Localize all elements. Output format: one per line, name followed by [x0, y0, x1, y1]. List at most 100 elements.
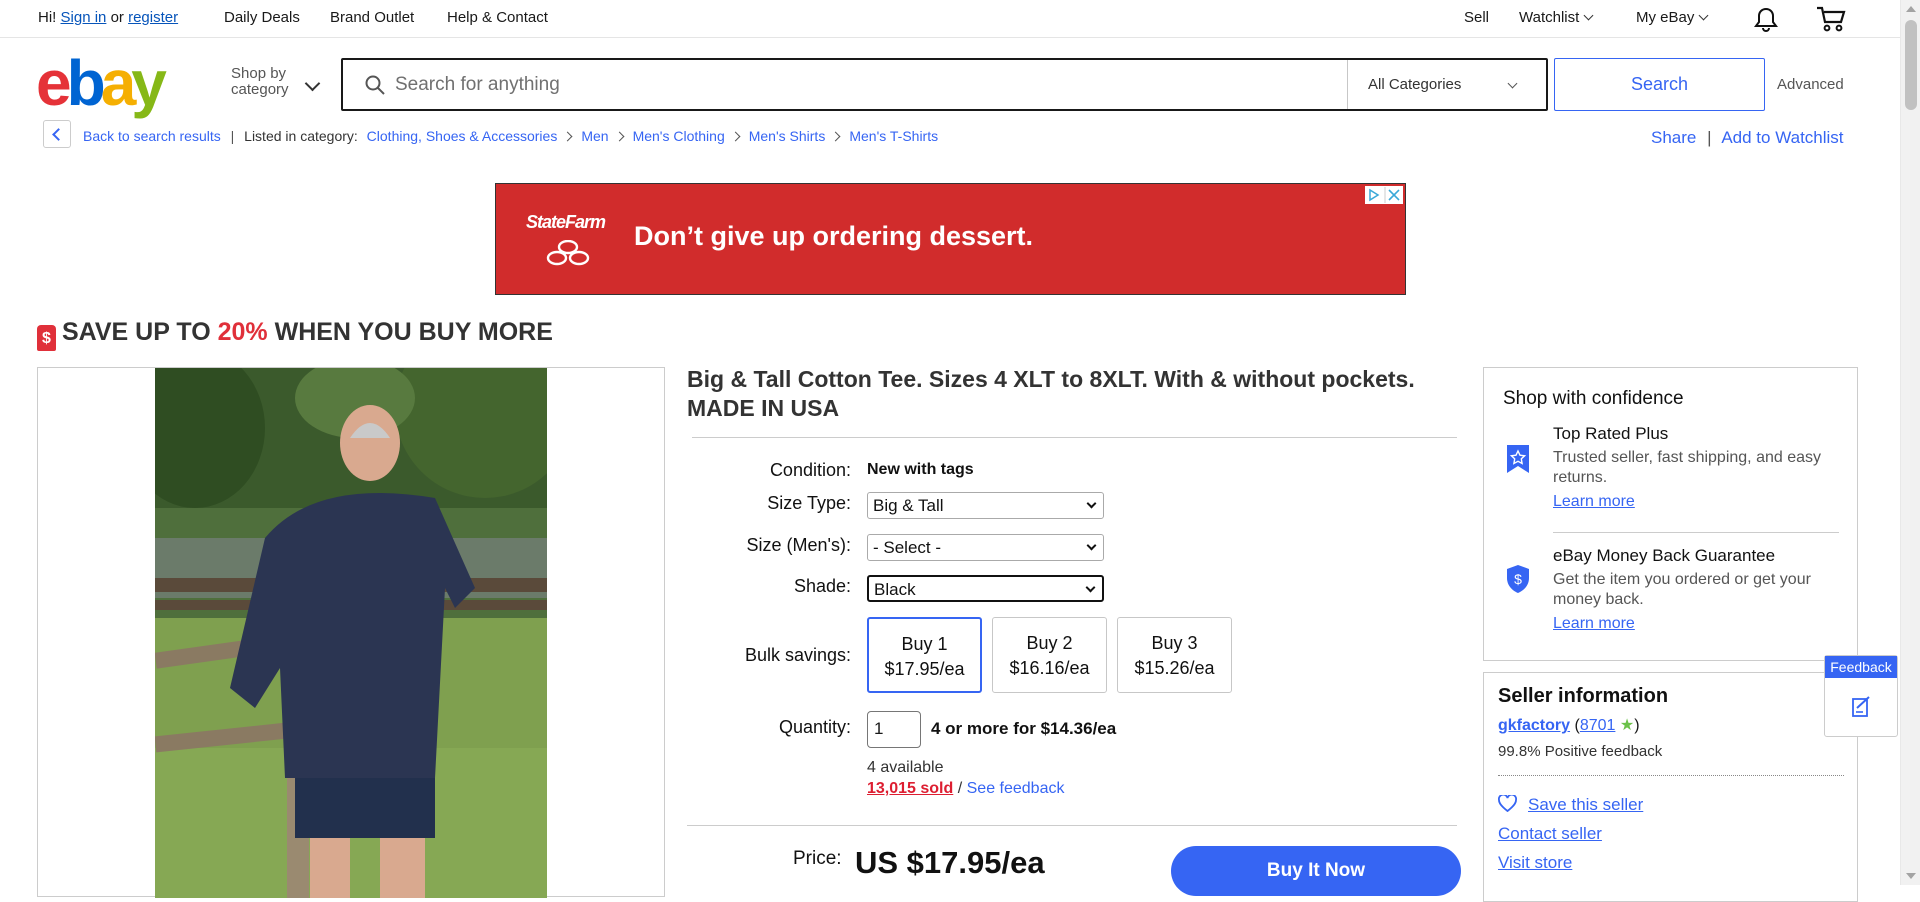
share-watchlist-bar: Share | Add to Watchlist — [1651, 128, 1844, 148]
advertisement-banner[interactable]: StateFarm Don’t give up ordering dessert… — [495, 183, 1406, 295]
promo-percent: 20% — [217, 318, 268, 346]
sold-count-link[interactable]: 13,015 sold — [867, 780, 953, 797]
star-icon: ★ — [1619, 717, 1635, 734]
bell-icon[interactable] — [1754, 7, 1778, 37]
breadcrumb-item[interactable]: Men's Clothing — [633, 128, 725, 144]
scroll-down-icon[interactable] — [1906, 873, 1916, 879]
confidence-item-title: eBay Money Back Guarantee — [1553, 546, 1776, 565]
product-image-panel[interactable] — [37, 367, 665, 898]
product-photo[interactable] — [155, 368, 547, 898]
size-select[interactable]: - Select - — [867, 534, 1104, 561]
heart-icon[interactable] — [1498, 793, 1517, 817]
size-type-select[interactable]: Big & Tall — [867, 492, 1104, 519]
learn-more-link[interactable]: Learn more — [1553, 493, 1635, 511]
bulk-option-buy-1[interactable]: Buy 1 $17.95/ea — [867, 617, 982, 693]
confidence-item-title: Top Rated Plus — [1553, 424, 1669, 443]
search-input[interactable] — [395, 68, 1355, 101]
bulk-qty: Buy 1 — [901, 634, 948, 654]
breadcrumb-divider: | — [230, 128, 235, 144]
sell-link[interactable]: Sell — [1464, 9, 1489, 26]
promo-suffix: WHEN YOU BUY MORE — [267, 318, 553, 346]
ribbon-badge-icon — [1507, 445, 1529, 473]
cart-icon[interactable] — [1816, 6, 1846, 36]
breadcrumb-item[interactable]: Men's Shirts — [749, 128, 826, 144]
breadcrumb-item[interactable]: Men — [581, 128, 608, 144]
share-divider: | — [1707, 128, 1712, 147]
statefarm-logo-icon — [546, 240, 590, 266]
sold-info: 13,015 sold / See feedback — [867, 780, 1064, 798]
save-seller-link[interactable]: Save this seller — [1528, 795, 1643, 815]
bulk-savings-label: Bulk savings: — [744, 645, 851, 665]
search-icon — [365, 75, 385, 95]
breadcrumb-item[interactable]: Clothing, Shoes & Accessories — [367, 128, 558, 144]
condition-label: Condition: — [769, 460, 851, 480]
breadcrumb: Back to search results | Listed in categ… — [83, 128, 938, 144]
volume-pricing-banner: $ SAVE UP TO 20% WHEN YOU BUY MORE — [37, 318, 553, 351]
help-contact-link[interactable]: Help & Contact — [447, 9, 548, 26]
ebay-logo[interactable]: ebay — [36, 47, 167, 119]
positive-feedback: 99.8% Positive feedback — [1498, 743, 1663, 760]
logo-letter-b: b — [66, 47, 106, 119]
learn-more-link[interactable]: Learn more — [1553, 615, 1635, 633]
back-to-search-link[interactable]: Back to search results — [83, 128, 221, 144]
search-button[interactable]: Search — [1554, 58, 1765, 111]
register-link[interactable]: register — [128, 9, 178, 26]
quantity-input[interactable]: 1 — [867, 711, 921, 748]
size-type-label: Size Type: — [767, 493, 851, 513]
bulk-qty: Buy 3 — [1151, 633, 1198, 653]
chevron-right-icon — [730, 131, 741, 142]
share-link[interactable]: Share — [1651, 128, 1696, 147]
page-scrollbar[interactable] — [1900, 0, 1920, 885]
buy-it-now-button[interactable]: Buy It Now — [1171, 846, 1461, 896]
bulk-option-buy-2[interactable]: Buy 2 $16.16/ea — [992, 617, 1107, 693]
shade-select[interactable]: Black — [867, 575, 1104, 602]
adchoices-icon[interactable] — [1365, 186, 1403, 204]
greeting-text: Hi! — [38, 9, 57, 26]
shop-by-line2: category — [231, 81, 289, 98]
price-tag-icon: $ — [37, 325, 56, 351]
bulk-qty: Buy 2 — [1026, 633, 1073, 653]
my-ebay-menu[interactable]: My eBay — [1636, 9, 1709, 26]
my-ebay-label: My eBay — [1636, 9, 1695, 26]
watchlist-menu[interactable]: Watchlist — [1519, 9, 1594, 26]
scrollbar-thumb[interactable] — [1905, 20, 1917, 110]
advanced-search-link[interactable]: Advanced — [1777, 76, 1844, 93]
shop-by-category-button[interactable]: Shop by category — [231, 66, 289, 98]
daily-deals-link[interactable]: Daily Deals — [224, 9, 300, 26]
price-value: US $17.95/ea — [855, 845, 1045, 880]
bulk-option-buy-3[interactable]: Buy 3 $15.26/ea — [1117, 617, 1232, 693]
bulk-price: $16.16/ea — [1009, 658, 1090, 678]
see-feedback-link[interactable]: See feedback — [967, 780, 1065, 797]
watchlist-label: Watchlist — [1519, 9, 1580, 26]
seller-name-line: gkfactory (8701 ★) — [1498, 715, 1640, 735]
price-label: Price: — [793, 848, 842, 869]
chevron-down-icon — [1698, 10, 1709, 21]
confidence-title: Shop with confidence — [1503, 388, 1684, 409]
seller-name-link[interactable]: gkfactory — [1498, 717, 1570, 734]
divider — [692, 437, 1457, 438]
ad-headline: Don’t give up ordering dessert. — [634, 221, 1034, 251]
edit-note-icon — [1852, 696, 1870, 717]
listed-in-label: Listed in category: — [244, 128, 358, 144]
visit-store-link[interactable]: Visit store — [1498, 853, 1572, 873]
brand-outlet-link[interactable]: Brand Outlet — [330, 9, 414, 26]
breadcrumb-item[interactable]: Men's T-Shirts — [849, 128, 938, 144]
chevron-down-icon[interactable] — [304, 75, 321, 92]
shield-dollar-icon: $ — [1507, 565, 1529, 593]
seller-score-link[interactable]: 8701 — [1580, 717, 1616, 734]
contact-seller-link[interactable]: Contact seller — [1498, 824, 1602, 844]
chevron-right-icon — [830, 131, 841, 142]
shade-label: Shade: — [793, 576, 851, 596]
category-select-value: All Categories — [1368, 76, 1462, 93]
shop-with-confidence-panel: Shop with confidence Top Rated Plus Trus… — [1483, 367, 1858, 661]
add-to-watchlist-link[interactable]: Add to Watchlist — [1721, 128, 1843, 147]
chevron-down-icon — [1086, 498, 1097, 509]
divider — [1553, 532, 1839, 533]
chevron-down-icon — [1507, 78, 1518, 89]
bulk-price: $15.26/ea — [1134, 658, 1215, 678]
category-select[interactable]: All Categories — [1347, 60, 1546, 109]
sign-in-link[interactable]: Sign in — [61, 9, 107, 26]
feedback-tab[interactable]: Feedback — [1824, 655, 1898, 737]
back-arrow-icon[interactable] — [43, 120, 71, 148]
scroll-up-icon[interactable] — [1906, 6, 1916, 12]
